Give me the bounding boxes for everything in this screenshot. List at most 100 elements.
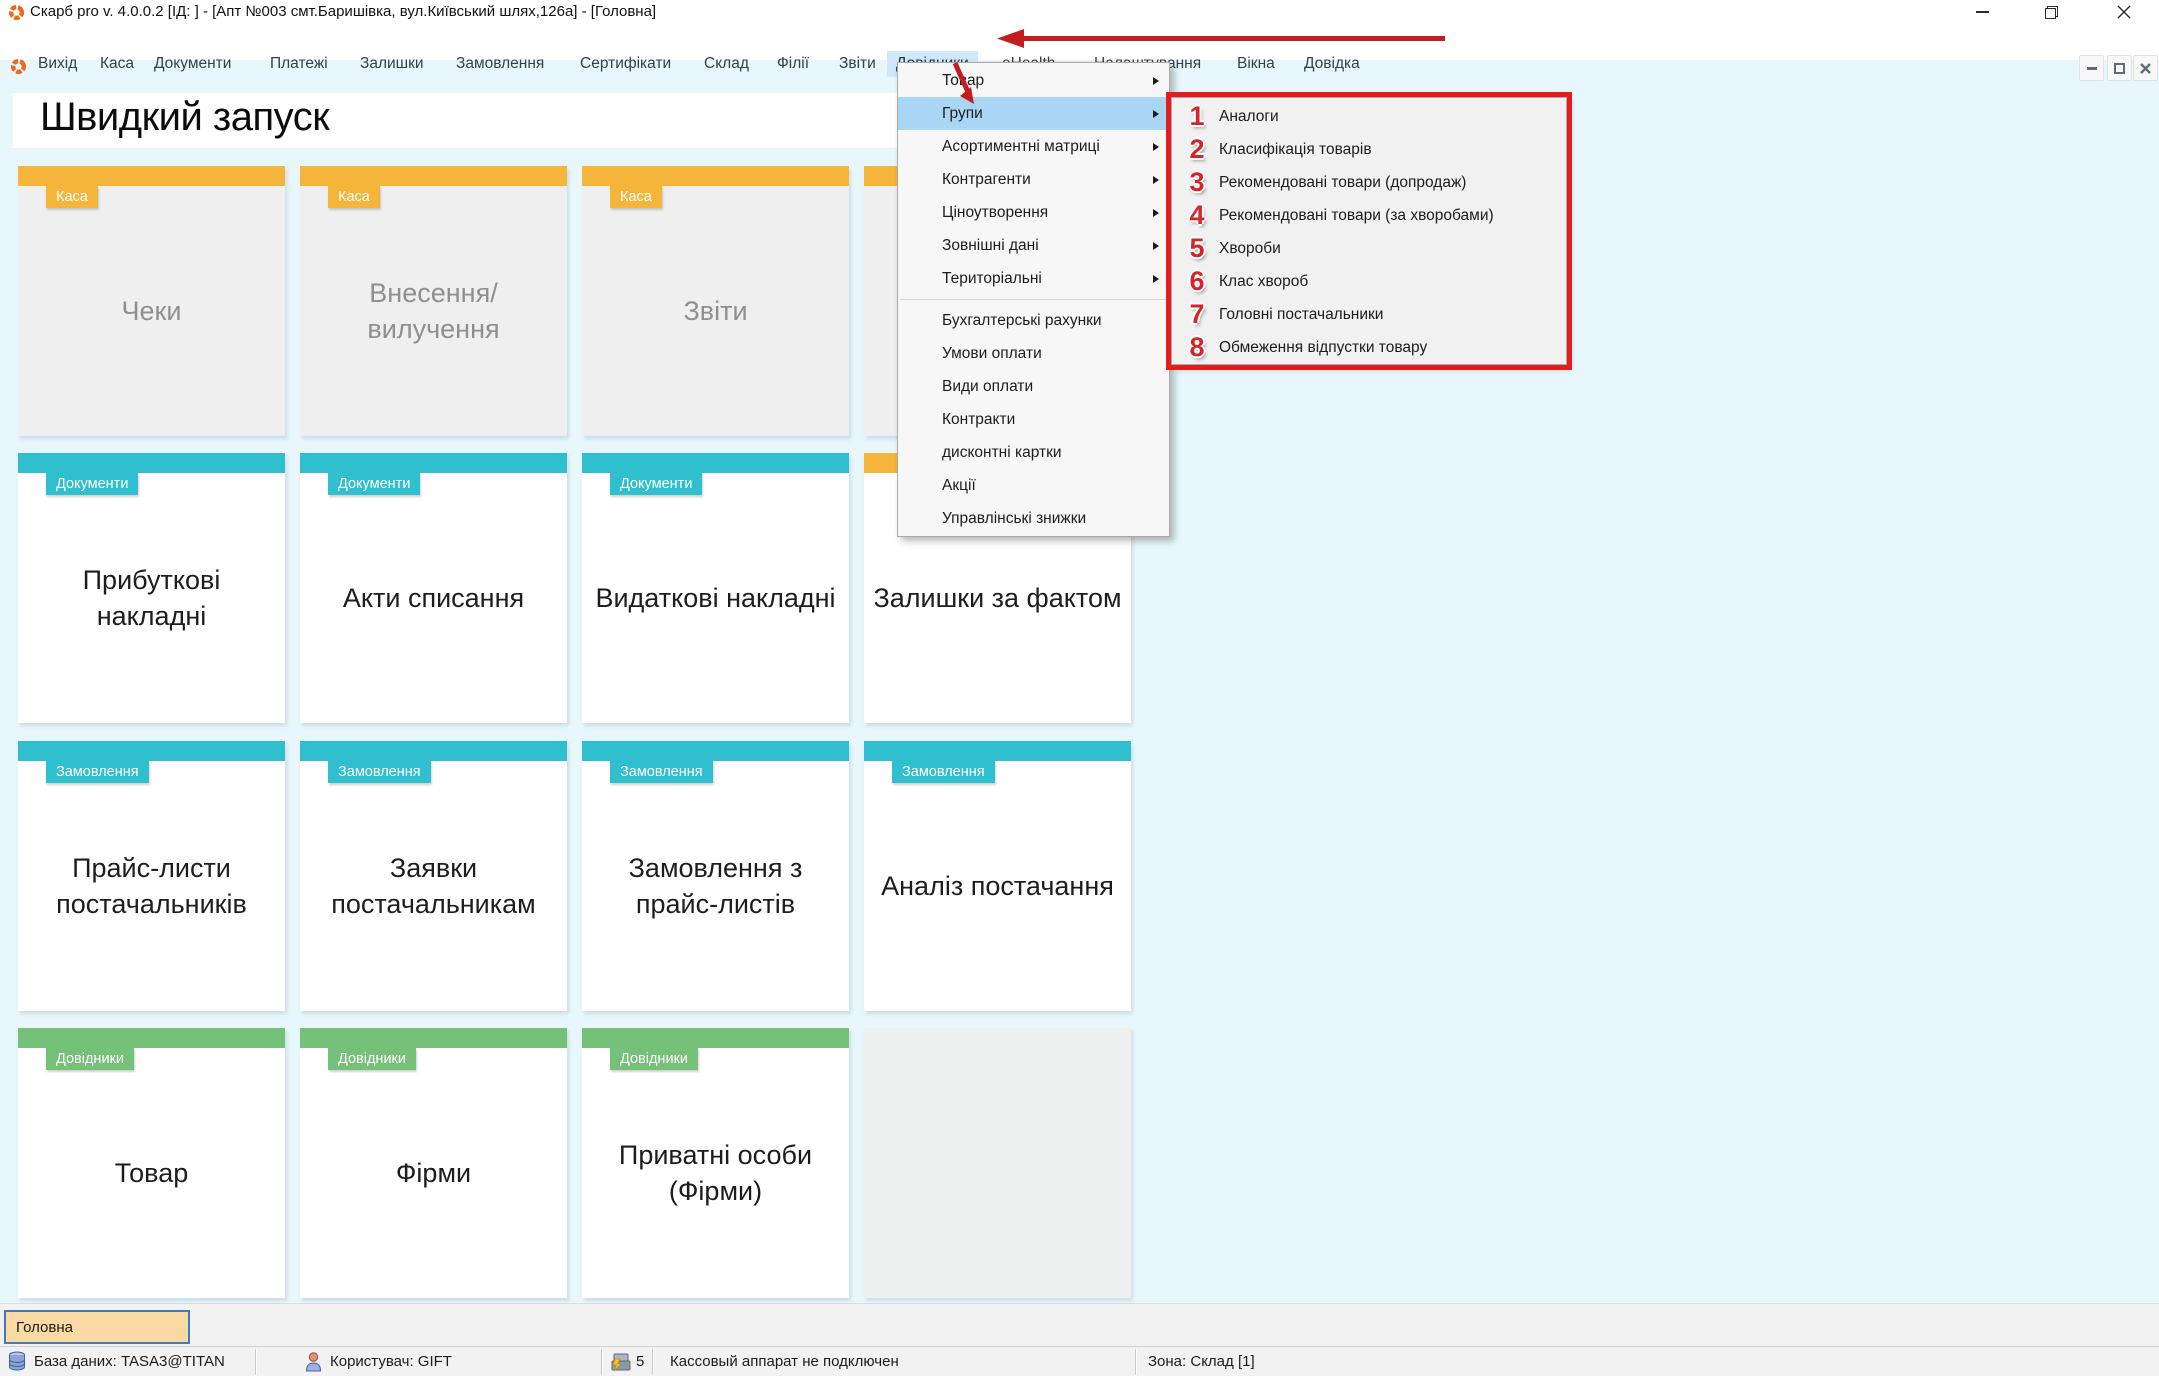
menu-vyhid[interactable]: Вихід bbox=[38, 55, 77, 73]
status-cash-count: 5 bbox=[636, 1353, 644, 1370]
tile-label: Замовлення з прайс-листів bbox=[590, 761, 841, 1011]
tile-label: Внесення/вилучення bbox=[308, 186, 559, 436]
tile-analiz-postachannya[interactable]: Замовлення Аналіз постачання bbox=[864, 741, 1131, 1011]
menu-bar: Вихід Каса Документи Платежі Залишки Зам… bbox=[0, 24, 2159, 60]
menu-item-label: дисконтні картки bbox=[942, 444, 1062, 462]
menu-item-kontrahenty[interactable]: Контрагенти bbox=[898, 163, 1169, 196]
tile-pryvatni-osoby[interactable]: Довідники Приватні особи (Фірми) bbox=[582, 1028, 849, 1298]
menu-item-hrupy[interactable]: Групи bbox=[898, 97, 1169, 130]
tile-akty-spysannya[interactable]: Документи Акти списання bbox=[300, 453, 567, 723]
submenu-arrow-icon bbox=[1153, 275, 1159, 283]
tile-group-bar bbox=[582, 1028, 849, 1048]
menu-kasa[interactable]: Каса bbox=[100, 55, 134, 73]
tile-zayavky-postachalnykam[interactable]: Замовлення Заявки постачальникам bbox=[300, 741, 567, 1011]
minimize-button[interactable] bbox=[1959, 0, 2005, 24]
tile-label: Чеки bbox=[26, 186, 277, 436]
menu-sklad[interactable]: Склад bbox=[704, 55, 749, 73]
menu-item-label: Види оплати bbox=[942, 378, 1033, 396]
menu-filii[interactable]: Філії bbox=[777, 55, 809, 73]
tile-group-bar bbox=[300, 741, 567, 761]
status-database: База даних: TASA3@TITAN bbox=[34, 1353, 225, 1370]
tile-group-bar bbox=[582, 166, 849, 186]
child-close-button[interactable] bbox=[2133, 55, 2158, 81]
tile-label: Прайс-листи постачальників bbox=[26, 761, 277, 1011]
tile-label: Товар bbox=[26, 1048, 277, 1298]
tile-label: Прибуткові накладні bbox=[26, 473, 277, 723]
status-separator bbox=[652, 1349, 653, 1375]
tile-cheky[interactable]: Каса Чеки bbox=[18, 166, 285, 436]
tile-group-bar bbox=[18, 1028, 285, 1048]
tile-prybutkovi-nakladni[interactable]: Документи Прибуткові накладні bbox=[18, 453, 285, 723]
menu-item-label: Асортиментні матриці bbox=[942, 138, 1100, 156]
menu-item-kontrakty[interactable]: Контракти bbox=[898, 403, 1169, 436]
tile-tovar[interactable]: Довідники Товар bbox=[18, 1028, 285, 1298]
cash-register-icon bbox=[609, 1351, 631, 1372]
menu-item-upravlinski-znyzhky[interactable]: Управлінські знижки bbox=[898, 502, 1169, 535]
menu-dovidka[interactable]: Довідка bbox=[1304, 55, 1360, 73]
tile-empty-slot bbox=[864, 1028, 1131, 1298]
menu-vikna[interactable]: Вікна bbox=[1237, 55, 1275, 73]
menu-item-vydy-oplaty[interactable]: Види оплати bbox=[898, 370, 1169, 403]
child-restore-button[interactable] bbox=[2107, 55, 2132, 81]
tile-prays-lysty-postachalnykiv[interactable]: Замовлення Прайс-листи постачальників bbox=[18, 741, 285, 1011]
status-separator bbox=[1135, 1349, 1136, 1375]
tile-group-bar bbox=[864, 741, 1131, 761]
tab-holovna[interactable]: Головна bbox=[4, 1310, 190, 1344]
menu-item-label: Товар bbox=[942, 72, 984, 90]
menu-item-label: Акції bbox=[942, 477, 976, 495]
tile-group-bar bbox=[18, 741, 285, 761]
tile-label: Заявки постачальникам bbox=[308, 761, 559, 1011]
submenu-arrow-icon bbox=[1153, 176, 1159, 184]
menu-item-label: Групи bbox=[942, 105, 983, 123]
annotation-red-box bbox=[1166, 92, 1572, 370]
menu-item-label: Бухгалтерські рахунки bbox=[942, 312, 1102, 330]
menu-item-tsinoutvorennya[interactable]: Ціноутворення bbox=[898, 196, 1169, 229]
tile-label: Фірми bbox=[308, 1048, 559, 1298]
status-separator bbox=[255, 1349, 256, 1375]
tile-zamovlennya-z-prays-lystiv[interactable]: Замовлення Замовлення з прайс-листів bbox=[582, 741, 849, 1011]
menu-zamovlennya[interactable]: Замовлення bbox=[456, 55, 544, 73]
tile-vydatkovi-nakladni[interactable]: Документи Видаткові накладні bbox=[582, 453, 849, 723]
minimize-icon bbox=[1976, 11, 1989, 13]
menu-item-buhgalterski-rahunky[interactable]: Бухгалтерські рахунки bbox=[898, 304, 1169, 337]
tile-zvity[interactable]: Каса Звіти bbox=[582, 166, 849, 436]
close-icon bbox=[2117, 5, 2131, 19]
menu-item-tovar[interactable]: Товар bbox=[898, 64, 1169, 97]
status-zone: Зона: Склад [1] bbox=[1148, 1353, 1255, 1370]
menu-item-zovnishni-dani[interactable]: Зовнішні дані bbox=[898, 229, 1169, 262]
close-button[interactable] bbox=[2101, 0, 2147, 24]
submenu-arrow-icon bbox=[1153, 242, 1159, 250]
restore-button[interactable] bbox=[2028, 0, 2074, 24]
tile-vnesennya-vyluchennya[interactable]: Каса Внесення/вилучення bbox=[300, 166, 567, 436]
submenu-arrow-icon bbox=[1153, 143, 1159, 151]
child-minimize-button[interactable] bbox=[2079, 55, 2104, 81]
user-icon bbox=[305, 1351, 322, 1372]
restore-icon bbox=[2045, 6, 2058, 19]
page-title: Швидкий запуск bbox=[40, 95, 329, 140]
tile-label: Приватні особи (Фірми) bbox=[590, 1048, 841, 1298]
tile-firmy[interactable]: Довідники Фірми bbox=[300, 1028, 567, 1298]
menu-item-aktsii[interactable]: Акції bbox=[898, 469, 1169, 502]
submenu-arrow-icon bbox=[1153, 110, 1159, 118]
child-minimize-icon bbox=[2087, 67, 2097, 70]
status-cash-status: Кассовый аппарат не подключен bbox=[670, 1353, 899, 1370]
menu-dokumenty[interactable]: Документи bbox=[154, 55, 231, 73]
menu-zalyshky[interactable]: Залишки bbox=[360, 55, 424, 73]
menu-item-umovy-oplaty[interactable]: Умови оплати bbox=[898, 337, 1169, 370]
tile-label: Аналіз постачання bbox=[872, 761, 1123, 1011]
tile-group-bar bbox=[300, 166, 567, 186]
menu-zvity[interactable]: Звіти bbox=[839, 55, 876, 73]
window-title: Скарб pro v. 4.0.0.2 [ІД: ] - [Апт №003 … bbox=[30, 3, 656, 20]
menu-sertyfikaty[interactable]: Сертифікати bbox=[580, 55, 671, 73]
menu-item-label: Територіальні bbox=[942, 270, 1042, 288]
menu-item-dyskontni-kartky[interactable]: дисконтні картки bbox=[898, 436, 1169, 469]
tile-group-bar bbox=[582, 453, 849, 473]
tile-label: Видаткові накладні bbox=[590, 473, 841, 723]
menu-item-asortymentni-matrytsi[interactable]: Асортиментні матриці bbox=[898, 130, 1169, 163]
menu-item-label: Контрагенти bbox=[942, 171, 1031, 189]
child-close-icon bbox=[2140, 63, 2151, 74]
dovidnyky-dropdown-menu: Товар Групи Асортиментні матриці Контраг… bbox=[897, 62, 1170, 537]
menu-platezhi[interactable]: Платежі bbox=[270, 55, 328, 73]
menu-item-terytorialni[interactable]: Територіальні bbox=[898, 262, 1169, 295]
tile-group-bar bbox=[18, 166, 285, 186]
